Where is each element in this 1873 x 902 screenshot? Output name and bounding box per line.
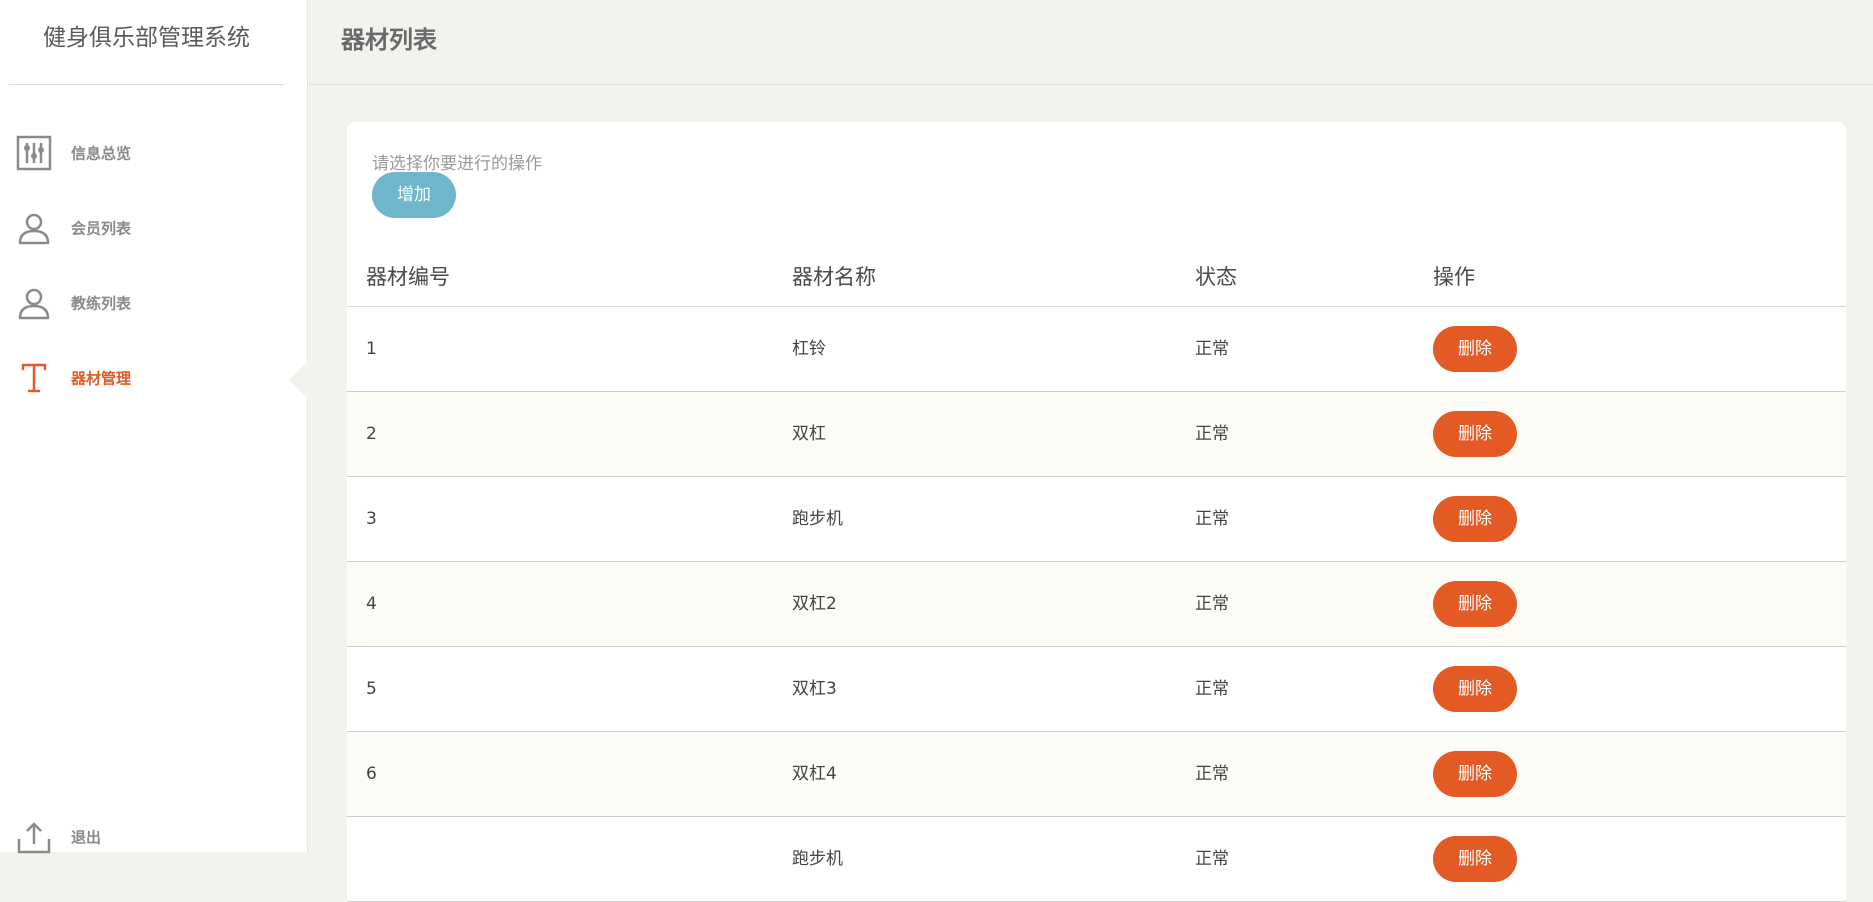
table-row: 5 双杠3 正常 删除: [347, 647, 1846, 732]
table-row: 2 双杠 正常 删除: [347, 392, 1846, 477]
cell-name: 跑步机: [792, 509, 843, 529]
user-icon: [16, 285, 52, 321]
sliders-icon: [16, 135, 52, 171]
cell-name: 跑步机: [792, 849, 843, 869]
user-icon: [16, 210, 52, 246]
table-body: 1 杠铃 正常 删除 2 双杠 正常 删除 3 跑步机 正常 删除 4 双杠2 …: [347, 307, 1846, 902]
sidebar-item-label: 器材管理: [71, 369, 132, 387]
cell-status: 正常: [1195, 764, 1229, 784]
cell-id: 4: [366, 594, 377, 614]
delete-button[interactable]: 删除: [1433, 496, 1517, 542]
table-row: 跑步机 正常 删除: [347, 817, 1846, 902]
delete-button[interactable]: 删除: [1433, 581, 1517, 627]
logout-label: 退出: [71, 828, 102, 846]
cell-name: 双杠2: [792, 594, 837, 614]
table-row: 6 双杠4 正常 删除: [347, 732, 1846, 817]
cell-name: 杠铃: [792, 339, 826, 359]
sidebar-item-equipment[interactable]: 器材管理: [0, 340, 307, 415]
table-row: 1 杠铃 正常 删除: [347, 307, 1846, 392]
delete-button[interactable]: 删除: [1433, 751, 1517, 797]
page-header: 器材列表: [309, 0, 1873, 85]
delete-button[interactable]: 删除: [1433, 411, 1517, 457]
delete-button[interactable]: 删除: [1433, 836, 1517, 882]
app-title: 健身俱乐部管理系统: [9, 0, 284, 85]
column-header-name: 器材名称: [792, 265, 876, 289]
table-row: 3 跑步机 正常 删除: [347, 477, 1846, 562]
sidebar-item-members[interactable]: 会员列表: [0, 190, 307, 265]
cell-status: 正常: [1195, 594, 1229, 614]
cell-id: 2: [366, 424, 377, 444]
sidebar-item-label: 信息总览: [71, 144, 132, 162]
delete-button[interactable]: 删除: [1433, 666, 1517, 712]
table-header: 器材编号 器材名称 状态 操作: [347, 248, 1846, 307]
cell-id: 6: [366, 764, 377, 784]
cell-name: 双杠3: [792, 679, 837, 699]
cell-id: 1: [366, 339, 377, 359]
cell-name: 双杠4: [792, 764, 837, 784]
cell-status: 正常: [1195, 679, 1229, 699]
logout-button[interactable]: 退出: [0, 799, 307, 874]
column-header-id: 器材编号: [366, 265, 450, 289]
cell-status: 正常: [1195, 849, 1229, 869]
cell-id: 5: [366, 679, 377, 699]
sidebar-item-label: 教练列表: [71, 294, 132, 312]
table-row: 4 双杠2 正常 删除: [347, 562, 1846, 647]
cell-status: 正常: [1195, 509, 1229, 529]
sidebar-item-label: 会员列表: [71, 219, 132, 237]
content-card: 请选择你要进行的操作 增加 器材编号 器材名称 状态 操作 1 杠铃 正常 删除…: [347, 122, 1846, 902]
column-header-action: 操作: [1433, 265, 1475, 289]
column-header-status: 状态: [1195, 265, 1237, 289]
sidebar-item-coaches[interactable]: 教练列表: [0, 265, 307, 340]
operation-hint: 请选择你要进行的操作: [372, 154, 542, 174]
sidebar-item-overview[interactable]: 信息总览: [0, 115, 307, 190]
sidebar: 健身俱乐部管理系统 信息总览 会员列表 教练列表 器材管理 退出: [0, 0, 308, 853]
page-title: 器材列表: [341, 26, 437, 54]
cell-id: 3: [366, 509, 377, 529]
cell-status: 正常: [1195, 424, 1229, 444]
delete-button[interactable]: 删除: [1433, 326, 1517, 372]
active-indicator: [289, 360, 309, 400]
upload-icon: [16, 819, 52, 855]
cell-status: 正常: [1195, 339, 1229, 359]
add-button[interactable]: 增加: [372, 172, 456, 218]
text-t-icon: [16, 360, 52, 396]
cell-name: 双杠: [792, 424, 826, 444]
